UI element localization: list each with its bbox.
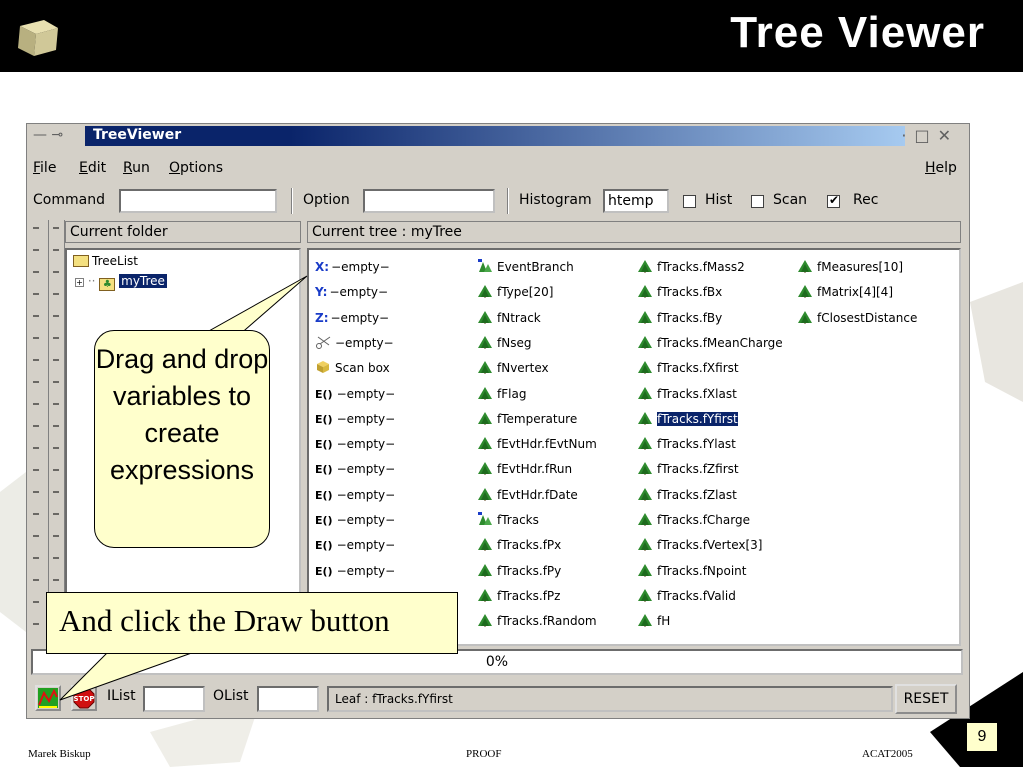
draw-button-callout: And click the Draw button (46, 592, 458, 654)
page-number: 9 (966, 722, 998, 752)
footer-author: Marek Biskup (28, 748, 91, 760)
drag-drop-callout: Drag and drop variables to create expres… (94, 330, 270, 548)
footer-title: PROOF (466, 748, 502, 760)
footer-conference: ACAT2005 (862, 748, 913, 760)
